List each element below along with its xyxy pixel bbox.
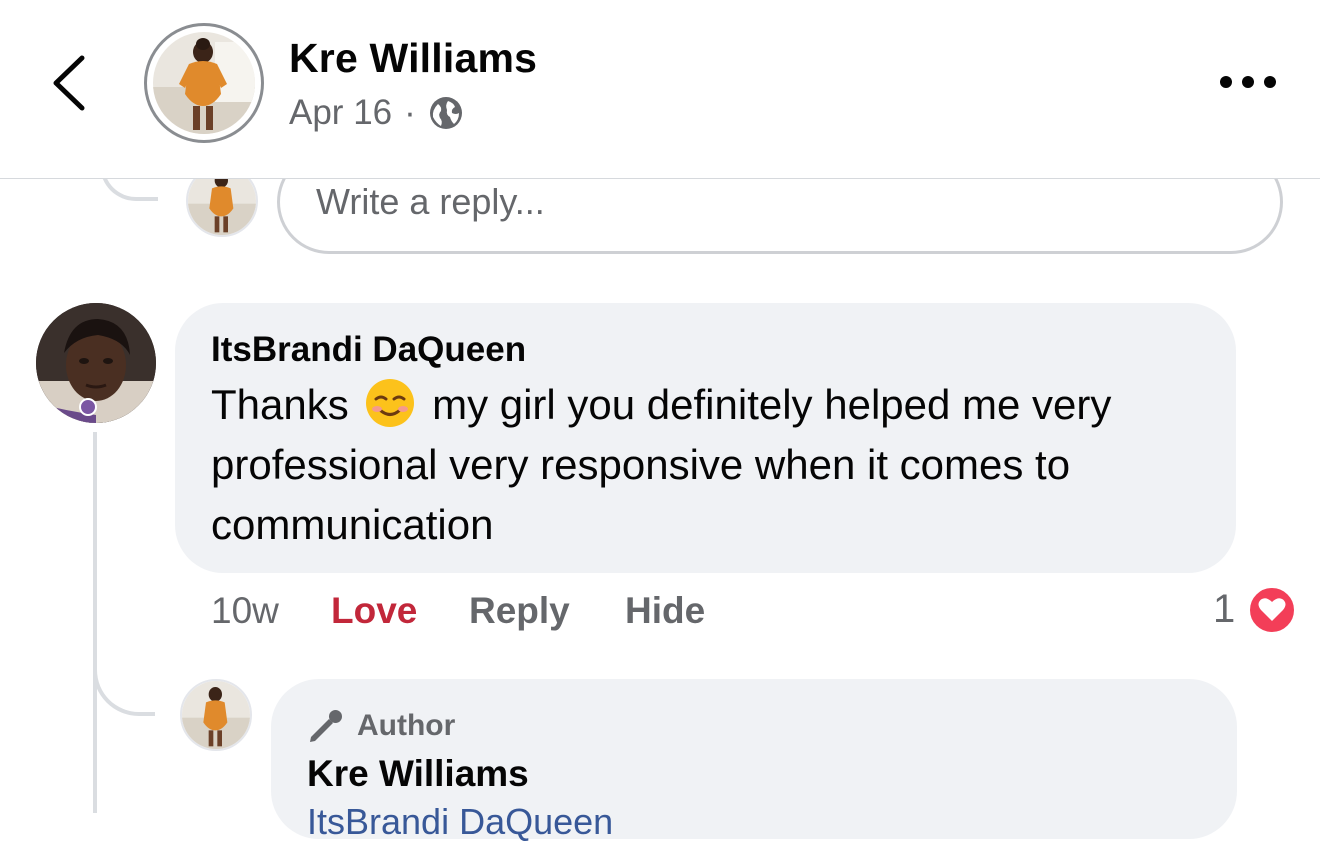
- reply-author-photo: [182, 681, 250, 749]
- page-title[interactable]: Kre Williams: [289, 35, 537, 82]
- comment-bubble: ItsBrandi DaQueen Thanks my girl you def…: [175, 303, 1236, 573]
- love-button[interactable]: Love: [331, 590, 417, 632]
- reply-button[interactable]: Reply: [469, 590, 570, 632]
- hide-button[interactable]: Hide: [625, 590, 705, 632]
- more-horizontal-icon: [1220, 76, 1276, 88]
- reply-author-avatar[interactable]: [180, 679, 252, 751]
- reaction-count[interactable]: 1: [1213, 587, 1235, 632]
- chevron-left-icon: [53, 55, 85, 111]
- comment-text: Thanks my girl you definitely helped me …: [211, 375, 1211, 555]
- reaction-badge[interactable]: [1247, 585, 1297, 635]
- heart-icon: [1258, 598, 1286, 621]
- author-avatar[interactable]: [144, 23, 264, 143]
- commenter-avatar[interactable]: [36, 303, 156, 423]
- back-button[interactable]: [40, 48, 100, 118]
- reply-placeholder: Write a reply...: [316, 181, 545, 222]
- commenter-photo: [36, 303, 156, 423]
- author-badge-label: Author: [357, 709, 456, 742]
- comment-timestamp[interactable]: 10w: [211, 590, 279, 632]
- comment-author[interactable]: ItsBrandi DaQueen: [211, 330, 526, 370]
- more-options-button[interactable]: [1214, 64, 1284, 100]
- author-badge: Author: [307, 707, 455, 745]
- reply-bubble: Author Kre Williams ItsBrandi DaQueen: [271, 679, 1237, 842]
- thread-connector: [93, 660, 155, 716]
- microphone-icon: [310, 710, 342, 742]
- post-meta: Apr 16 ·: [289, 93, 464, 133]
- post-header: Kre Williams Apr 16 ·: [0, 0, 1320, 179]
- post-date[interactable]: Apr 16: [289, 93, 392, 133]
- reply-mention[interactable]: ItsBrandi DaQueen: [307, 801, 613, 843]
- author-photo: [153, 32, 255, 134]
- globe-icon: [429, 97, 462, 129]
- comment-text-start: Thanks: [211, 381, 349, 428]
- meta-separator: ·: [404, 93, 416, 132]
- smiling-face-icon: [366, 379, 415, 427]
- reply-author[interactable]: Kre Williams: [307, 753, 529, 795]
- thread-line: [93, 432, 97, 813]
